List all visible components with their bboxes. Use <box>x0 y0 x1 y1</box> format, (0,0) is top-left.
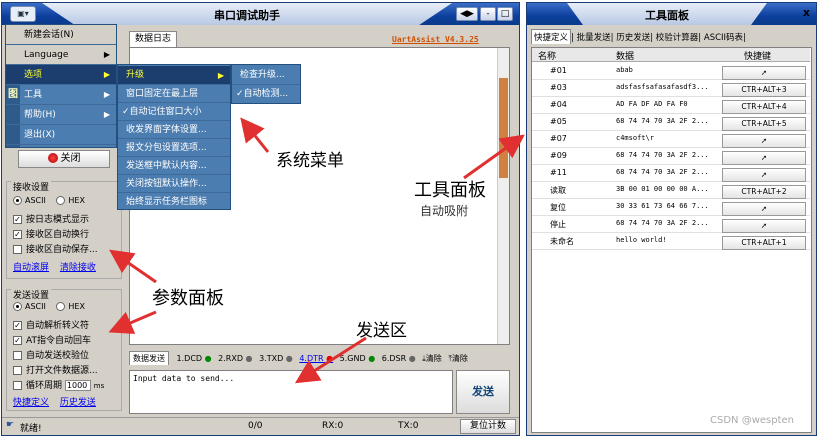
annotation-param-panel: 参数面板 <box>152 288 224 309</box>
annotation-system-menu: 系统菜单 <box>276 151 344 171</box>
annotation-arrows <box>108 117 525 384</box>
annotation-send-area: 发送区 <box>356 321 407 341</box>
arrow-send-area <box>294 336 367 384</box>
annotation-tool-panel: 工具面板 <box>414 180 486 201</box>
arrow-tool-panel <box>463 134 525 180</box>
arrow-system-menu <box>240 117 270 153</box>
annotation-auto-dock: 自动吸附 <box>420 204 469 218</box>
watermark: CSDN @wespten <box>710 415 794 426</box>
arrow-param-panel-1 <box>109 249 157 284</box>
arrow-param-panel-2 <box>108 310 157 334</box>
